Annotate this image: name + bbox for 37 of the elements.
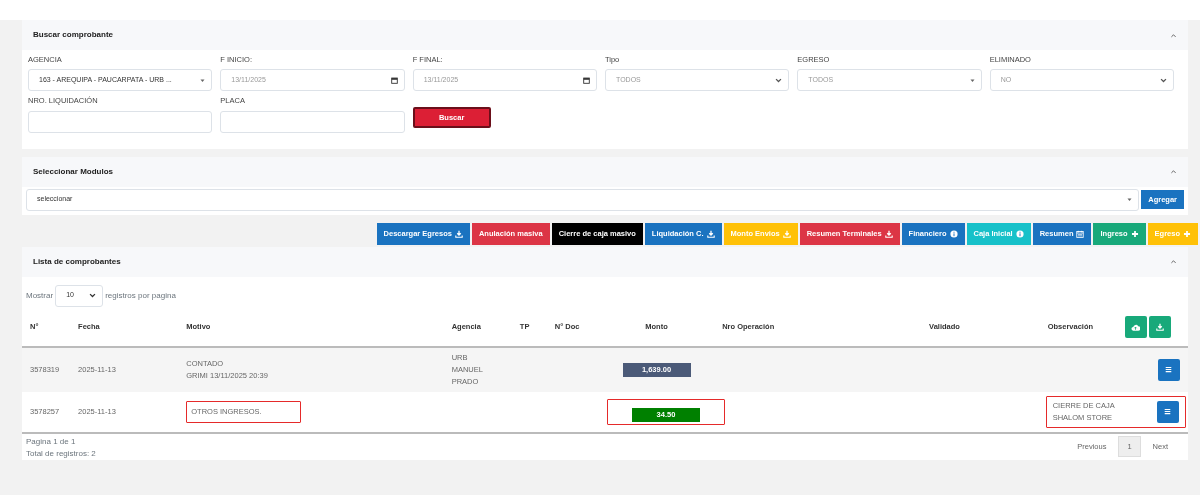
per-page-label: registros por pagina [105,289,176,302]
collapse-icon[interactable] [1170,31,1177,39]
caret-down-icon [969,77,975,83]
calendar-icon [583,76,590,84]
caret-down-icon [200,77,206,83]
calendar-icon [390,76,398,84]
total-records-text: Total de registros: 2 [26,447,96,460]
card-title: Lista de comprobantes [33,255,121,268]
menu-button[interactable] [1157,358,1180,381]
chevron-down-icon [89,292,97,299]
chevron-down-icon [1159,76,1167,84]
show-label: Mostrar [26,289,54,302]
menu-button[interactable] [1156,400,1179,423]
text-input-field[interactable] [28,110,213,133]
download-icon [1155,323,1164,331]
upload-button[interactable] [1124,316,1147,338]
text-input-field[interactable] [220,110,405,133]
info-icon [1015,229,1024,238]
card-title: Seleccionar Modulos [33,165,114,178]
download-icon [454,229,463,238]
collapse-icon[interactable] [1170,258,1177,265]
menu-icon [1165,366,1173,373]
plus-icon [1183,229,1191,238]
plus-icon [1130,229,1139,238]
card-title: Buscar comprobante [33,29,114,41]
download-icon [884,229,893,238]
chevron-down-icon [775,76,783,84]
collapse-icon[interactable] [1170,168,1177,175]
page-info-text: Pagina 1 de 1 [26,435,77,448]
calendar-icon [1076,229,1085,238]
download-button[interactable] [1148,316,1171,338]
download-icon [706,229,715,238]
menu-icon [1164,408,1172,415]
cloud-icon [1131,322,1141,332]
download-icon [782,229,791,238]
caret-down-icon [1127,197,1133,202]
info-icon [949,229,958,238]
